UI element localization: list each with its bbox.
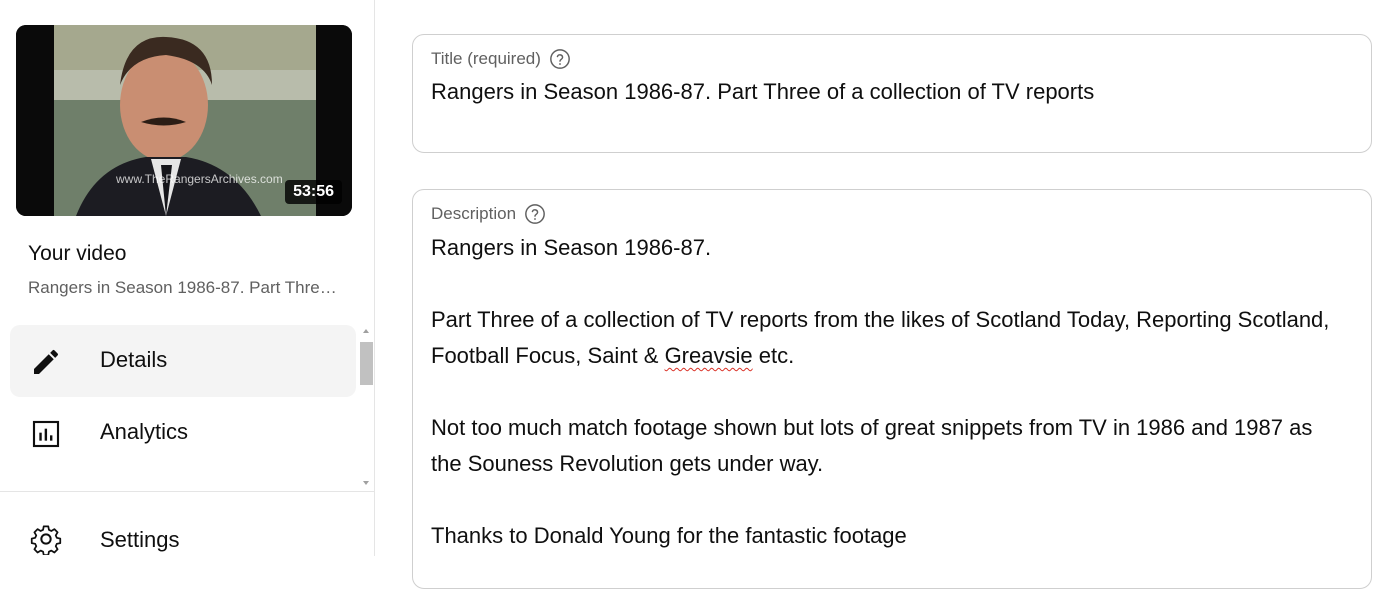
- description-field-label: Description: [431, 203, 546, 225]
- description-text: Football Focus, Saint &: [431, 343, 665, 368]
- video-thumbnail[interactable]: www.TheRangersArchives.com 53:56: [16, 25, 352, 216]
- description-line: Rangers in Season 1986-87.: [431, 235, 712, 260]
- scrollbar-thumb[interactable]: [360, 342, 373, 385]
- title-label-text: Title (required): [431, 49, 541, 68]
- description-line: the Souness Revolution gets under way.: [431, 451, 824, 476]
- thumbnail-watermark: www.TheRangersArchives.com: [116, 172, 283, 186]
- sidebar-item-analytics[interactable]: Analytics: [10, 397, 356, 469]
- description-field[interactable]: Description Rangers in Season 1986-87. P…: [412, 189, 1372, 589]
- description-blank-line: [431, 266, 1361, 302]
- sidebar-item-settings[interactable]: Settings: [10, 505, 356, 565]
- misspelled-word[interactable]: Greavsie: [665, 343, 753, 368]
- description-blank-line: [431, 482, 1361, 518]
- title-field[interactable]: Title (required) Rangers in Season 1986-…: [412, 34, 1372, 153]
- description-blank-line: [431, 374, 1361, 410]
- video-duration-badge: 53:56: [285, 180, 342, 204]
- help-icon[interactable]: [549, 48, 571, 70]
- sidebar-item-label: Settings: [100, 527, 180, 552]
- sidebar-item-details[interactable]: Details: [10, 325, 356, 397]
- description-textarea[interactable]: Rangers in Season 1986-87. Part Three of…: [431, 230, 1361, 554]
- analytics-icon: [30, 418, 62, 450]
- scroll-up-arrow-icon[interactable]: [363, 329, 369, 333]
- description-line: Thanks to Donald Young for the fantastic…: [431, 523, 907, 548]
- description-label-text: Description: [431, 204, 517, 223]
- title-field-label: Title (required): [431, 48, 571, 70]
- your-video-heading: Your video: [28, 242, 127, 265]
- left-sidebar: www.TheRangersArchives.com 53:56 Your vi…: [0, 0, 375, 556]
- description-line: Part Three of a collection of TV reports…: [431, 307, 1330, 332]
- sidebar-divider: [0, 491, 375, 492]
- description-text: etc.: [752, 343, 795, 368]
- pencil-icon: [30, 346, 62, 378]
- title-input[interactable]: Rangers in Season 1986-87. Part Three of…: [431, 79, 1094, 105]
- description-line: Not too much match footage shown but lot…: [431, 415, 1313, 440]
- scroll-down-arrow-icon[interactable]: [363, 481, 369, 485]
- video-title-preview[interactable]: Rangers in Season 1986-87. Part Three of…: [28, 278, 338, 298]
- help-icon[interactable]: [524, 203, 546, 225]
- sidebar-scrollbar[interactable]: [359, 327, 375, 489]
- description-line: Football Focus, Saint & Greavsie etc.: [431, 338, 1361, 374]
- sidebar-item-label: Details: [100, 347, 168, 372]
- gear-icon: [30, 523, 62, 556]
- sidebar-item-label: Analytics: [100, 419, 189, 444]
